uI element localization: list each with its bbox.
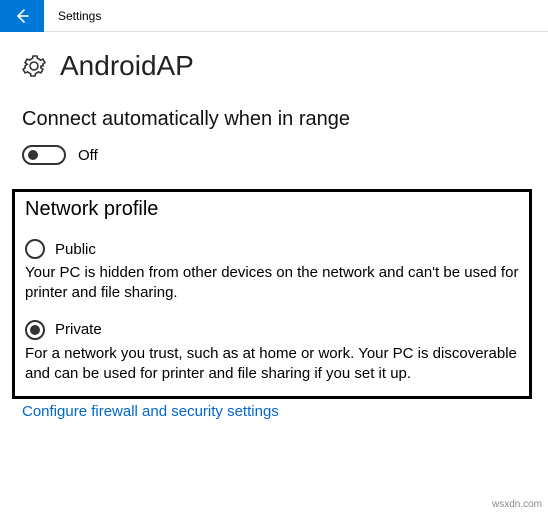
network-header: AndroidAP xyxy=(22,50,526,82)
autoconnect-toggle-row: Off xyxy=(22,145,526,165)
window-title: Settings xyxy=(58,9,101,23)
gear-icon xyxy=(22,54,46,78)
radio-public-desc: Your PC is hidden from other devices on … xyxy=(25,263,519,304)
titlebar: Settings xyxy=(0,0,548,32)
back-button[interactable] xyxy=(0,0,44,32)
radio-public-label: Public xyxy=(55,241,96,258)
network-profile-box: Network profile Public Your PC is hidden… xyxy=(12,189,532,399)
autoconnect-toggle[interactable] xyxy=(22,145,66,165)
radio-private[interactable]: Private xyxy=(25,320,519,340)
autoconnect-toggle-label: Off xyxy=(78,147,98,164)
radio-private-dot xyxy=(30,325,40,335)
radio-private-desc: For a network you trust, such as at home… xyxy=(25,344,519,385)
back-arrow-icon xyxy=(14,8,30,24)
radio-private-label: Private xyxy=(55,321,102,338)
autoconnect-heading: Connect automatically when in range xyxy=(22,108,526,131)
network-name: AndroidAP xyxy=(60,50,194,82)
radio-public-circle xyxy=(25,239,45,259)
toggle-knob xyxy=(28,150,38,160)
network-profile-title: Network profile xyxy=(25,198,519,221)
firewall-settings-link[interactable]: Configure firewall and security settings xyxy=(22,403,279,420)
radio-private-circle xyxy=(25,320,45,340)
watermark: wsxdn.com xyxy=(492,499,542,510)
content-area: AndroidAP Connect automatically when in … xyxy=(0,32,548,421)
radio-public[interactable]: Public xyxy=(25,239,519,259)
